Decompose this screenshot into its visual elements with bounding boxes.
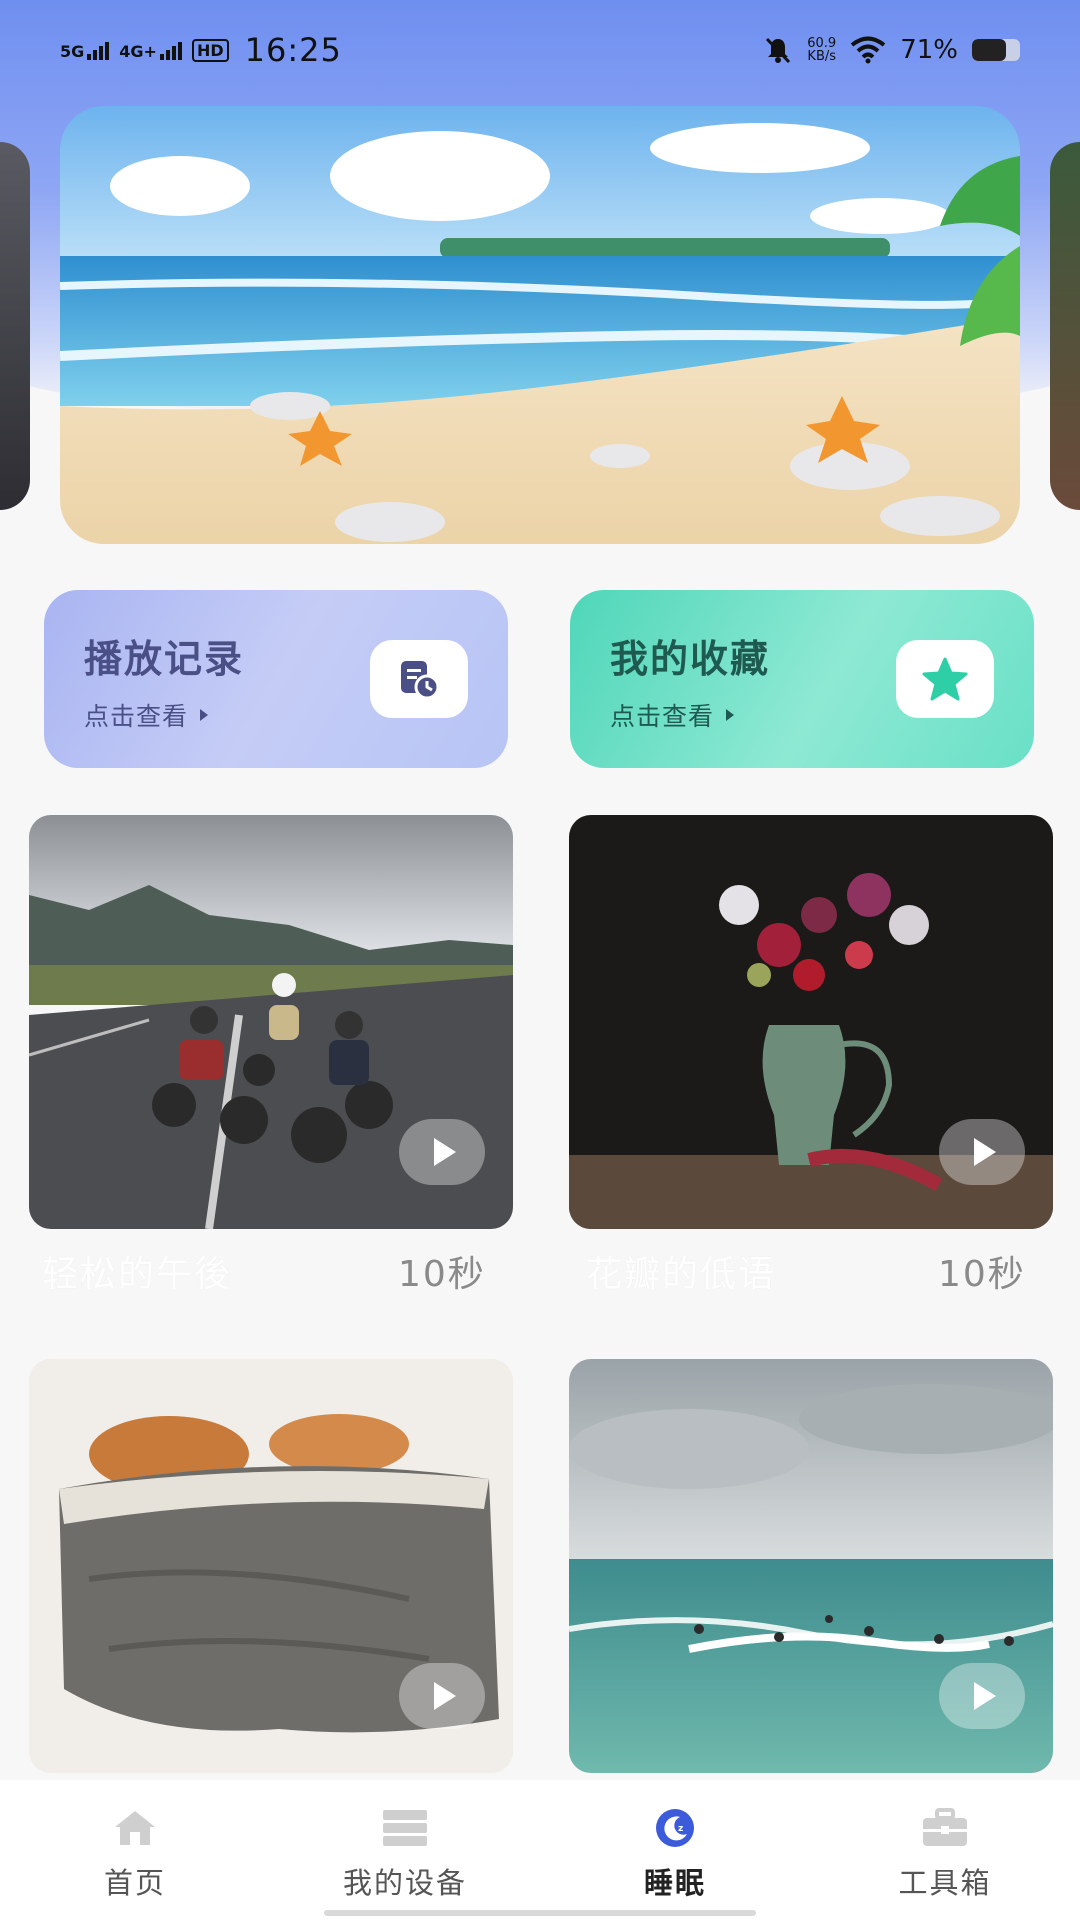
signal-4g: 4G+ — [119, 40, 182, 60]
favorites-hint: 点击查看 — [610, 702, 715, 731]
play-icon — [974, 1138, 996, 1166]
status-bar: 5G 4G+ HD 16:25 60.9 KB/s 71% — [0, 0, 1080, 100]
nav-label-devices: 我的设备 — [342, 1866, 467, 1900]
moon-icon: z — [656, 1809, 694, 1847]
caret-right-icon — [200, 709, 209, 721]
signal-label: 5G — [60, 42, 85, 61]
nav-label-sleep: 睡眠 — [643, 1866, 706, 1900]
favorites-card[interactable]: 我的收藏 点击查看 — [570, 590, 1034, 768]
play-icon — [974, 1682, 996, 1710]
sound-card-2[interactable] — [569, 815, 1053, 1229]
home-icon — [115, 1811, 155, 1845]
mute-bell-icon — [766, 37, 791, 64]
sound-card-4[interactable] — [569, 1359, 1053, 1773]
hd-voice-badge: HD — [191, 38, 229, 62]
caret-right-icon — [726, 709, 735, 721]
wifi-icon — [850, 36, 886, 64]
play-history-hint: 点击查看 — [84, 702, 189, 731]
play-button[interactable] — [939, 1663, 1025, 1729]
play-button[interactable] — [399, 1119, 485, 1185]
sound-card-2-duration: 10秒 — [938, 1254, 1026, 1295]
svg-text:z: z — [678, 1824, 683, 1834]
battery-icon — [972, 39, 1020, 61]
device-icon — [383, 1810, 427, 1846]
net-speed: 60.9 KB/s — [807, 37, 836, 63]
sound-card-1[interactable] — [29, 815, 513, 1229]
nav-label-toolbox: 工具箱 — [898, 1866, 992, 1900]
nav-item-devices[interactable]: 我的设备 — [270, 1780, 540, 1920]
sound-card-1-title: 轻松的午後 — [42, 1254, 233, 1295]
sound-card-3[interactable] — [29, 1359, 513, 1773]
beach-illustration — [60, 106, 1020, 544]
battery-percent: 71% — [900, 35, 958, 65]
history-doc-clock-icon — [370, 640, 468, 718]
banner-beach[interactable] — [60, 106, 1020, 544]
home-indicator[interactable] — [324, 1910, 756, 1916]
banner-next-peek[interactable] — [1050, 142, 1080, 510]
nav-label-home: 首页 — [103, 1866, 166, 1900]
nav-item-home[interactable]: 首页 — [0, 1780, 270, 1920]
play-icon — [434, 1138, 456, 1166]
signal-bars-icon — [159, 40, 182, 60]
clock: 16:25 — [244, 31, 342, 69]
signal-label: 4G+ — [119, 42, 157, 61]
nav-item-toolbox[interactable]: 工具箱 — [810, 1780, 1080, 1920]
status-right: 60.9 KB/s 71% — [763, 35, 1020, 65]
sound-card-2-title: 花瓣的低语 — [586, 1254, 777, 1295]
star-icon — [896, 640, 994, 718]
play-button[interactable] — [399, 1663, 485, 1729]
play-button[interactable] — [939, 1119, 1025, 1185]
signal-bars-icon — [87, 40, 110, 60]
signal-5g: 5G — [60, 40, 110, 61]
play-icon — [434, 1682, 456, 1710]
sound-card-1-duration: 10秒 — [398, 1254, 486, 1295]
toolbox-icon — [923, 1808, 967, 1846]
net-speed-unit: KB/s — [807, 49, 837, 64]
banner-prev-peek[interactable] — [0, 142, 30, 510]
bottom-nav: 首页 我的设备 z 睡眠 工具箱 — [0, 1780, 1080, 1920]
play-history-card[interactable]: 播放记录 点击查看 — [44, 590, 508, 768]
nav-item-sleep[interactable]: z 睡眠 — [540, 1780, 810, 1920]
status-left: 5G 4G+ HD 16:25 — [60, 31, 342, 69]
